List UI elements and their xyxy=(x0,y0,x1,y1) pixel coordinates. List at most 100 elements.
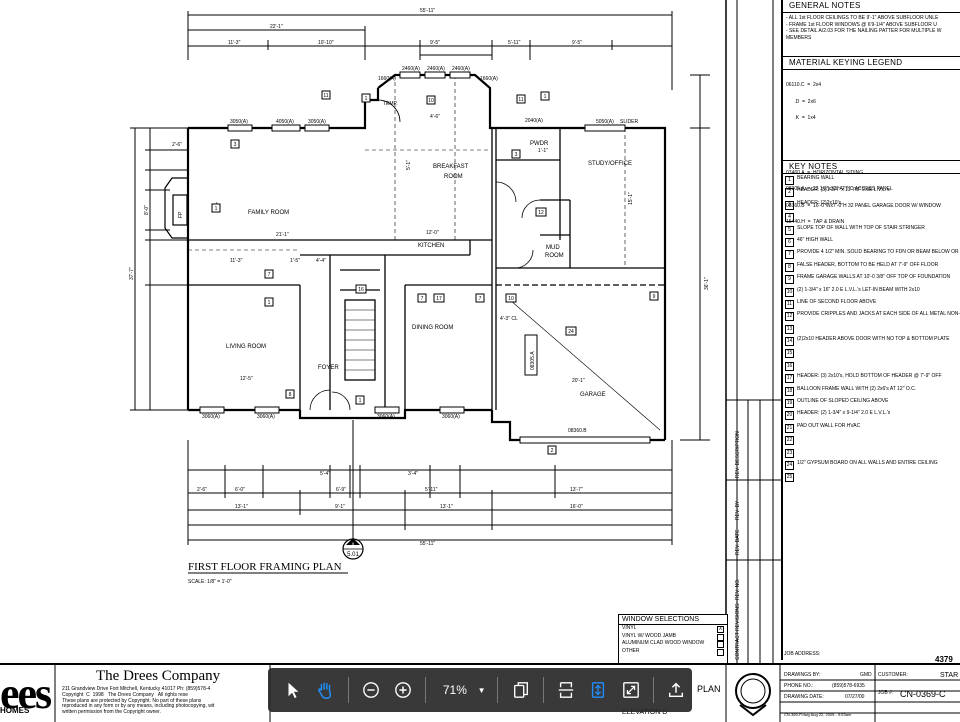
dim: 20'-1" xyxy=(572,378,585,384)
keynote-tag: 1 xyxy=(540,91,550,101)
key-note-text: BEARING WALL xyxy=(797,175,835,181)
keynote-tag: 1 xyxy=(361,93,371,103)
dim: 6'-0" xyxy=(235,487,245,493)
dim: 5'-1" xyxy=(406,160,412,170)
key-note-number: 9 xyxy=(785,275,794,285)
svg-text:5.01: 5.01 xyxy=(347,552,359,558)
dim-top-overall: 55'-11" xyxy=(420,8,435,14)
key-note-item: 10 (2) 1-3/4" x 16" 2.0 E L.V.L.'s LET-IN… xyxy=(783,286,960,298)
key-note-number: 6 xyxy=(785,237,794,247)
key-note-number: 5 xyxy=(785,225,794,235)
key-note-item: 21 PAD OUT WALL FOR HVAC xyxy=(783,422,960,434)
key-note-item: 5 SLOPE TOP OF WALL WITH TOP OF STAIR STR… xyxy=(783,224,960,236)
svg-text:1: 1 xyxy=(268,300,271,306)
window-tag: 3060(A) xyxy=(442,414,460,420)
window-tag: 3060(A) xyxy=(202,414,220,420)
zoom-in-button[interactable] xyxy=(390,676,416,704)
window-tag: 2460(A) xyxy=(427,66,445,72)
page-split-button[interactable] xyxy=(553,676,579,704)
keynote-tag: 16 xyxy=(355,284,367,294)
upload-button[interactable] xyxy=(663,676,689,704)
keynote-tag: 1 xyxy=(264,297,274,307)
plan-label: PLAN xyxy=(697,684,721,694)
svg-text:9: 9 xyxy=(653,294,656,300)
svg-text:1: 1 xyxy=(359,398,362,404)
window-tag: 1660(A) xyxy=(480,76,498,82)
rev-by-label: REV. BY xyxy=(735,500,741,520)
legend-row: .D = 2x6 xyxy=(786,98,816,105)
fullscreen-button[interactable] xyxy=(617,676,643,704)
rev-date-label: REV. DATE xyxy=(735,529,741,555)
dim: 11'-3" xyxy=(228,40,241,46)
job-label: JOB #: xyxy=(878,690,894,696)
key-note-item: 17 HEADER: (3) 2x10's, HOLD BOTTOM OF HEA… xyxy=(783,372,960,384)
dim: 9'-5" xyxy=(572,40,582,46)
dim: 13'-1" xyxy=(440,504,453,510)
keynote-tag: 7 xyxy=(417,293,427,303)
dim: 5'-11" xyxy=(425,487,438,493)
legend-row: .K = 1x4 xyxy=(786,115,816,121)
job-id: CN-0369-C xyxy=(900,689,946,699)
svg-text:3: 3 xyxy=(234,142,237,148)
key-note-text: PROVIDE 4 1/2" MIN. SOLID BEARING TO FDN… xyxy=(797,249,960,256)
window-tag: 3060(A) xyxy=(257,414,275,420)
key-note-number: 7 xyxy=(785,250,794,260)
window-tag: 4050(A) xyxy=(276,119,294,125)
key-note-item: 23 xyxy=(783,447,960,459)
key-note-text: HEADER: (3)1-3/4" x 11-7/8" 2.0E L.V.L.'… xyxy=(797,187,890,194)
rev-no-label: REV. NO. xyxy=(735,579,741,601)
key-note-number: 8 xyxy=(785,262,794,272)
key-note-number: 10 xyxy=(785,287,794,297)
drawings-by-label: DRAWINGS BY: xyxy=(784,672,821,678)
room-breakfast-2: ROOM xyxy=(444,174,463,180)
key-note-number: 4 xyxy=(785,213,794,223)
legend-header: MATERIAL KEYING LEGEND xyxy=(783,57,960,70)
window-option-checkbox[interactable] xyxy=(717,648,724,656)
label-temp: TEMP. xyxy=(383,101,398,107)
keynote-tag: 10 xyxy=(505,293,517,303)
general-note-line: MEMBERS xyxy=(786,34,812,41)
room-pwdr: PWDR xyxy=(530,141,549,147)
toolbar-separator xyxy=(542,677,544,703)
notes-panel: GENERAL NOTES - ALL 1st FLOOR CEILINGS T… xyxy=(781,0,960,660)
window-tag: 5050(A) xyxy=(596,119,614,125)
fireplace-tag: FP xyxy=(178,211,184,218)
keynote-tag: 1 xyxy=(211,203,221,213)
general-note-line: - SEE DETAIL A/2.03 FOR THE NAILING PATT… xyxy=(786,28,942,34)
dim-left-overall: 37'-7" xyxy=(129,267,135,280)
key-note-item: 18 BALLOON FRAME WALL WITH (2) 2x6's AT 1… xyxy=(783,385,960,397)
dim: 13'-7" xyxy=(570,487,583,493)
svg-text:1: 1 xyxy=(365,96,368,102)
key-note-text: 1/2" GYPSUM BOARD ON ALL WALLS AND ENTIR… xyxy=(797,459,938,466)
room-mud-2: ROOM xyxy=(545,253,564,259)
dim: 11'-3" xyxy=(230,258,243,264)
customer-name: STAR xyxy=(940,672,959,679)
dim: 15'-1" xyxy=(628,192,634,205)
room-mud: MUD xyxy=(546,245,560,251)
dim: 12'-5" xyxy=(240,376,253,382)
zoom-dropdown-caret-icon[interactable]: ▼ xyxy=(478,686,486,695)
svg-text:11: 11 xyxy=(518,97,523,103)
key-note-text: LINE OF SECOND FLOOR ABOVE xyxy=(797,298,877,305)
dim: 10'-10" xyxy=(318,40,334,46)
expand-icon xyxy=(622,682,639,698)
drawing-date-label: DRAWING DATE: xyxy=(784,694,824,700)
key-note-number: 18 xyxy=(785,386,794,396)
arrow-pointer-icon xyxy=(288,682,299,699)
key-note-item: 15 xyxy=(783,347,960,359)
plus-circle-icon xyxy=(395,682,411,698)
key-notes-header: KEY NOTES xyxy=(783,161,960,174)
dim: 6'-9" xyxy=(336,487,346,493)
rev-description-label: REV. DESCRIPTION xyxy=(735,431,741,478)
keynote-tag: 7 xyxy=(264,269,274,279)
dim: 12'-0" xyxy=(426,230,439,236)
keynote-tag: 11 xyxy=(516,94,526,104)
copy-button[interactable] xyxy=(507,676,533,704)
pan-tool-button[interactable] xyxy=(312,676,338,704)
select-tool-button[interactable] xyxy=(280,676,306,704)
zoom-level[interactable]: 71% xyxy=(434,683,475,697)
zoom-out-button[interactable] xyxy=(358,676,384,704)
fit-page-button[interactable] xyxy=(585,676,611,704)
key-note-text: (2)2x10 HEADER ABOVE DOOR WITH NO TOP & … xyxy=(797,336,950,343)
window-tag: 3050(A) xyxy=(230,119,248,125)
